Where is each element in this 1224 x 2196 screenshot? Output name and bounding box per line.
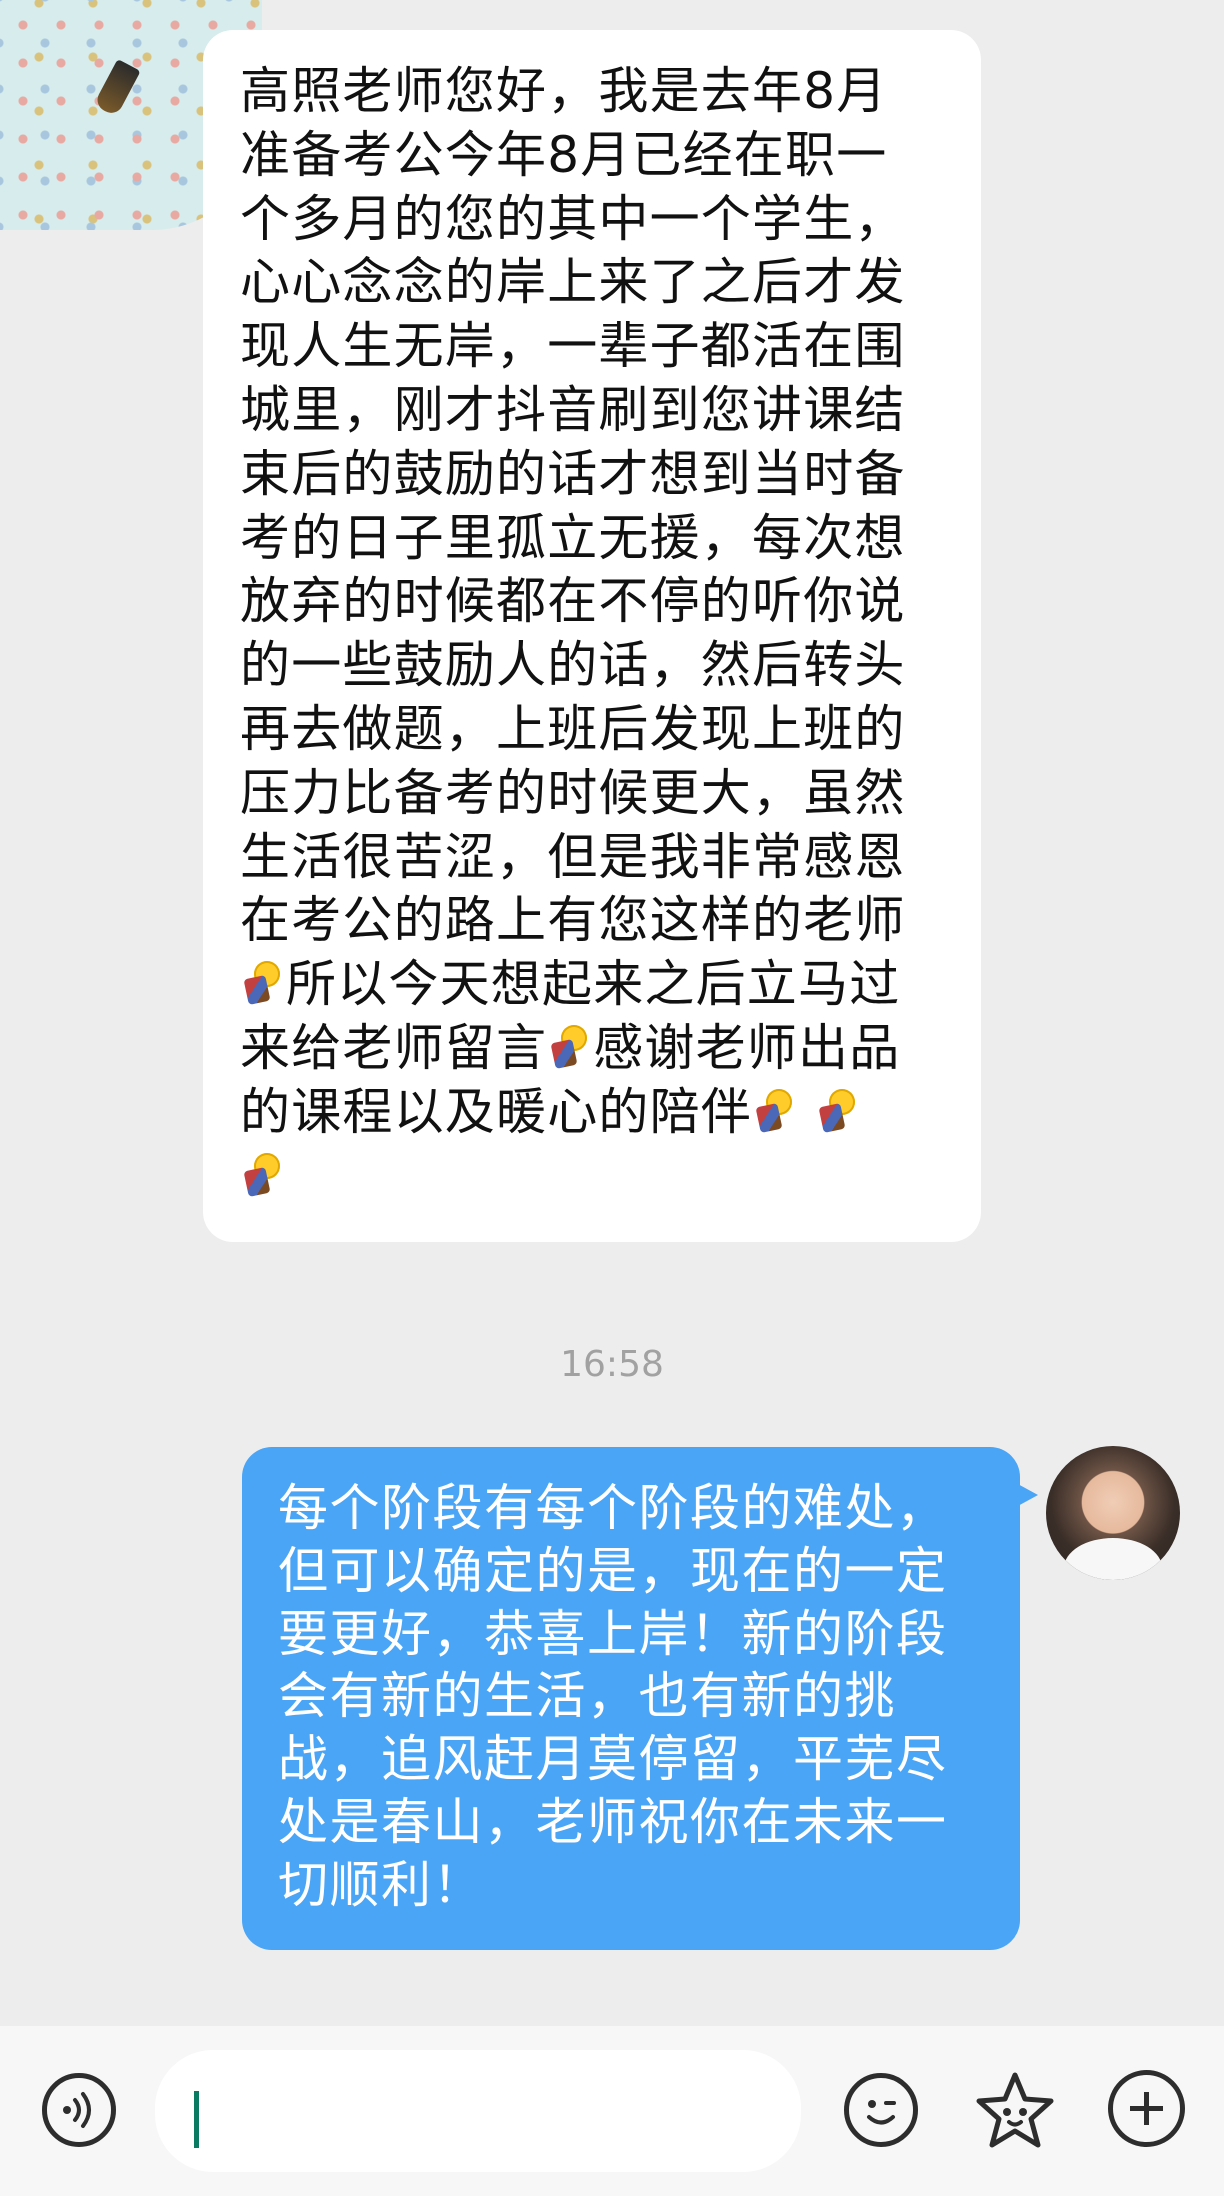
incoming-line: 心心念念的岸上来了之后才发 [240, 253, 906, 312]
star-sticker-icon [976, 2072, 1054, 2148]
incoming-line: 压力比备考的时候更大，虽然 [240, 763, 906, 822]
incoming-line: 生活很苦涩，但是我非常感恩 [240, 827, 906, 886]
incoming-line: 所以今天想起来之后立马过 [240, 953, 945, 1017]
incoming-line: 束后的鼓励的话才想到当时备 [240, 444, 906, 503]
voice-input-button[interactable] [42, 2073, 116, 2147]
incoming-line: 来给老师留言 感谢老师出品 [240, 1017, 945, 1081]
incoming-line-text: 来给老师留言 [240, 1018, 548, 1077]
incoming-line: 在考公的路上有您这样的老师 [240, 891, 906, 950]
pen-icon [93, 58, 141, 118]
text-caret [194, 2091, 199, 2148]
incoming-line: 高照老师您好，我是去年8月 [240, 62, 888, 120]
more-options-button[interactable] [1108, 2070, 1185, 2147]
outgoing-line: 处是春山，老师祝你在未来一 [278, 1792, 948, 1851]
outgoing-line: 切顺利！ [278, 1855, 484, 1914]
lightbulb-sticker-icon [547, 1021, 593, 1071]
incoming-line: 个多月的您的其中一个学生， [240, 189, 906, 248]
outgoing-line: 要更好，恭喜上岸！新的阶段 [278, 1604, 948, 1663]
message-timestamp: 16:58 [560, 1344, 664, 1385]
incoming-message-bubble[interactable]: 高照老师您好，我是去年8月 准备考公今年8月已经在职一 个多月的您的其中一个学生，心… [203, 30, 981, 1242]
message-input[interactable] [155, 2050, 801, 2172]
incoming-line [240, 1145, 945, 1209]
outgoing-line: 但可以确定的是，现在的一定 [278, 1541, 948, 1600]
incoming-line: 城里，刚才抖音刷到您讲课结 [240, 380, 906, 439]
outgoing-line: 会有新的生活，也有新的挑 [278, 1667, 896, 1726]
incoming-line: 的课程以及暖心的陪伴 [240, 1081, 945, 1145]
emoji-button[interactable] [844, 2073, 918, 2147]
lightbulb-sticker-icon [240, 1149, 286, 1199]
incoming-line: 的一些鼓励人的话，然后转头 [240, 636, 906, 695]
incoming-line-text: 感谢老师出品 [593, 1018, 901, 1077]
lightbulb-sticker-icon [815, 1085, 861, 1135]
voice-wave-icon [63, 2092, 91, 2128]
incoming-line-text: 的课程以及暖心的陪伴 [240, 1082, 752, 1141]
lightbulb-sticker-icon [752, 1085, 798, 1135]
outgoing-message-text: 每个阶段有每个阶段的难处， 但可以确定的是，现在的一定 要更好，恭喜上岸！新的阶段会… [278, 1477, 990, 1917]
sticker-button[interactable] [972, 2069, 1058, 2155]
outgoing-line: 每个阶段有每个阶段的难处， [278, 1479, 948, 1537]
incoming-line: 再去做题，上班后发现上班的 [240, 699, 906, 758]
incoming-message-text: 高照老师您好，我是去年8月 准备考公今年8月已经在职一 个多月的您的其中一个学生，心… [240, 60, 945, 1208]
incoming-line: 考的日子里孤立无援，每次想 [240, 508, 906, 567]
smiley-icon [867, 2100, 896, 2125]
incoming-line: 现人生无岸，一辈子都活在围 [240, 317, 906, 376]
lightbulb-sticker-icon [240, 957, 286, 1007]
my-avatar[interactable] [1046, 1446, 1180, 1580]
outgoing-line: 战，追风赶月莫停留，平芜尽 [278, 1730, 948, 1789]
incoming-line-text: 所以今天想起来之后立马过 [286, 955, 901, 1014]
incoming-line: 准备考公今年8月已经在职一 [240, 125, 888, 184]
outgoing-message-bubble[interactable]: 每个阶段有每个阶段的难处， 但可以确定的是，现在的一定 要更好，恭喜上岸！新的阶段会… [242, 1447, 1038, 1950]
incoming-line: 放弃的时候都在不停的听你说 [240, 572, 906, 631]
